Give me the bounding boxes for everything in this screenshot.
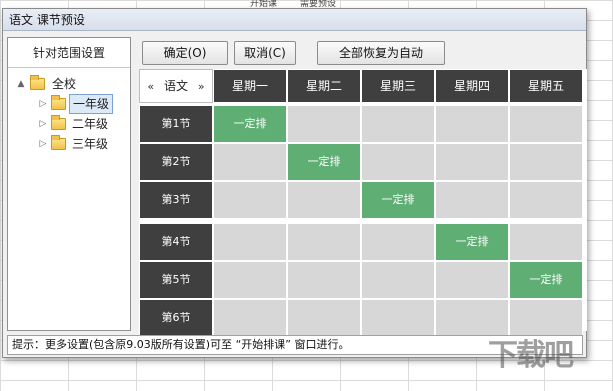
timetable-cell[interactable]	[213, 223, 287, 261]
timetable-cell[interactable]	[287, 299, 361, 337]
day-header: 星期四	[435, 69, 509, 103]
background-tab-fragment: 需要预设	[300, 0, 337, 8]
tree-node-label: 全校	[52, 77, 77, 91]
folder-icon	[30, 75, 45, 90]
timetable-cell[interactable]	[287, 181, 361, 219]
timetable-cell[interactable]	[361, 299, 435, 337]
timetable-cell[interactable]	[361, 143, 435, 181]
tree-node-grade-2[interactable]: ▷ 二年级	[8, 114, 130, 134]
timetable-cell-assigned[interactable]: 一定排	[361, 181, 435, 219]
cancel-button[interactable]: 取消(C)	[234, 41, 296, 65]
timetable-cell[interactable]	[435, 261, 509, 299]
subject-label: 语文	[163, 79, 188, 93]
period-header: 第3节	[139, 181, 213, 219]
prev-subject-button[interactable]: «	[147, 80, 154, 93]
timetable-cell-assigned[interactable]: 一定排	[287, 143, 361, 181]
scope-panel: 针对范围设置 ▲ 全校 ▷ 一年级 ▷ 二年级 ▷ 三年级	[7, 37, 131, 331]
period-header: 第4节	[139, 223, 213, 261]
day-header: 星期一	[213, 69, 287, 103]
period-header: 第2节	[139, 143, 213, 181]
timetable-cell[interactable]	[435, 143, 509, 181]
tree-node-label: 一年级	[69, 94, 114, 114]
expand-icon[interactable]: ▷	[38, 134, 48, 154]
open-folder-icon	[51, 95, 66, 110]
timetable-cell-assigned[interactable]: 一定排	[213, 105, 287, 143]
expand-icon[interactable]: ▷	[38, 94, 48, 114]
day-header: 星期二	[287, 69, 361, 103]
tree-node-school[interactable]: ▲ 全校	[8, 74, 130, 94]
watermark-logo: 下载吧	[488, 338, 574, 373]
next-subject-button[interactable]: »	[198, 80, 205, 93]
background-tab-fragment: 开始课	[250, 0, 278, 8]
reset-all-auto-button[interactable]: 全部恢复为自动	[317, 41, 445, 65]
tree-node-label: 三年级	[72, 137, 109, 151]
day-header: 星期五	[509, 69, 583, 103]
ok-button[interactable]: 确定(O)	[142, 41, 228, 65]
day-header: 星期三	[361, 69, 435, 103]
tree-node-grade-1[interactable]: ▷ 一年级	[8, 94, 130, 114]
timetable-cell[interactable]	[287, 223, 361, 261]
period-header: 第5节	[139, 261, 213, 299]
period-header: 第6节	[139, 299, 213, 337]
timetable-cell[interactable]	[361, 105, 435, 143]
timetable-cell[interactable]	[213, 261, 287, 299]
timetable-cell[interactable]	[509, 181, 583, 219]
timetable-cell-assigned[interactable]: 一定排	[435, 223, 509, 261]
timetable-cell-assigned[interactable]: 一定排	[509, 261, 583, 299]
scope-panel-header: 针对范围设置	[8, 38, 130, 68]
folder-icon	[51, 135, 66, 150]
tree-node-label: 二年级	[72, 117, 109, 131]
tree-node-grade-3[interactable]: ▷ 三年级	[8, 134, 130, 154]
timetable-cell[interactable]	[435, 105, 509, 143]
timetable-cell[interactable]	[509, 223, 583, 261]
subject-selector: « 语文 »	[139, 69, 213, 103]
timetable-cell[interactable]	[361, 223, 435, 261]
scope-tree: ▲ 全校 ▷ 一年级 ▷ 二年级 ▷ 三年级	[8, 68, 130, 154]
timetable-cell[interactable]	[435, 181, 509, 219]
timetable-cell[interactable]	[213, 143, 287, 181]
lesson-preset-dialog: 语文 课节预设 针对范围设置 ▲ 全校 ▷ 一年级 ▷ 二年级 ▷ 三年级 确定…	[2, 8, 587, 358]
collapse-icon[interactable]: ▲	[16, 74, 26, 94]
timetable-cell[interactable]	[509, 143, 583, 181]
timetable-cell[interactable]	[361, 261, 435, 299]
period-header: 第1节	[139, 105, 213, 143]
folder-icon	[51, 115, 66, 130]
timetable-cell[interactable]	[509, 105, 583, 143]
timetable-cell[interactable]	[213, 299, 287, 337]
dialog-title: 语文 课节预设	[3, 9, 586, 31]
timetable-cell[interactable]	[287, 261, 361, 299]
timetable-cell[interactable]	[213, 181, 287, 219]
expand-icon[interactable]: ▷	[38, 114, 48, 134]
timetable-cell[interactable]	[287, 105, 361, 143]
timetable-grid: « 语文 » 星期一 星期二 星期三 星期四 星期五 第1节 第2节 第3节 第…	[139, 69, 587, 337]
